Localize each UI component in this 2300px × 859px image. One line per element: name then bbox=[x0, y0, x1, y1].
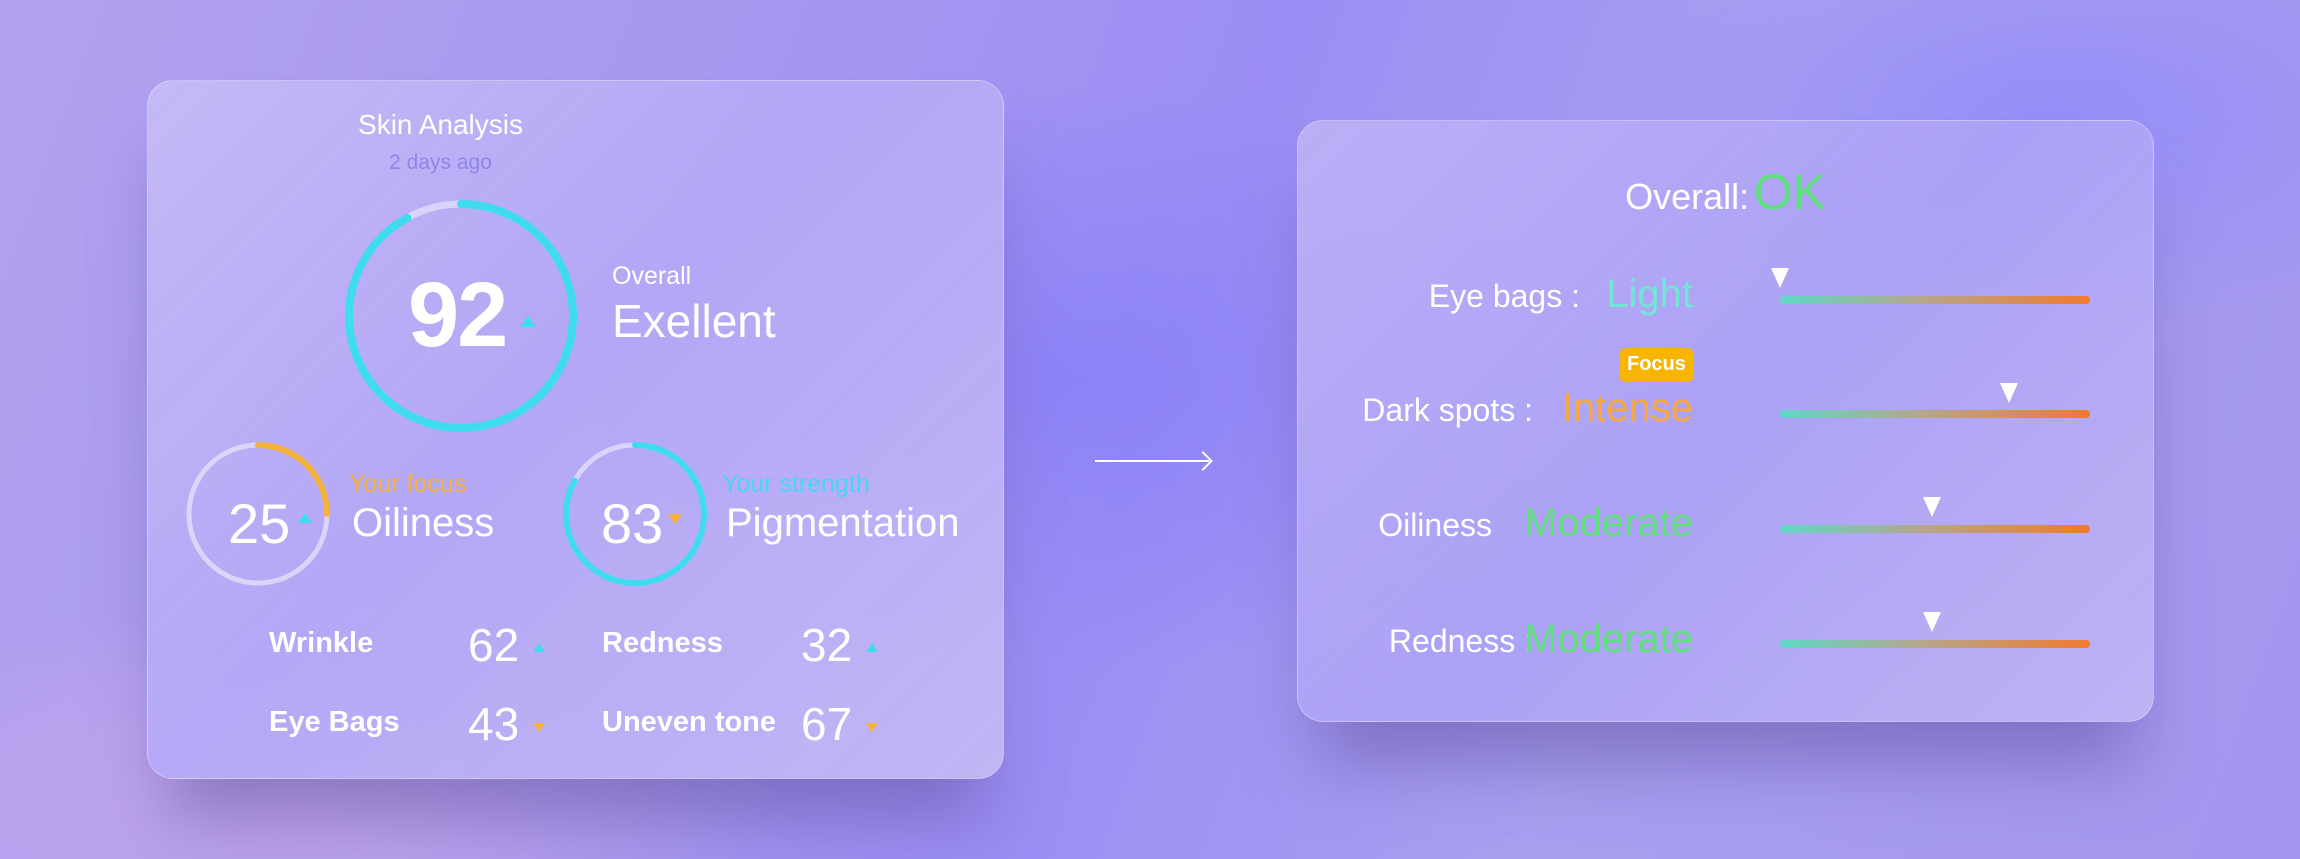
row-label: Redness : bbox=[1388, 623, 1533, 659]
row-label: Eye bags : bbox=[1428, 278, 1580, 314]
skin-summary-card: Overall: OK Eye bags : Light Focus Dark … bbox=[1297, 120, 2154, 722]
level-bar bbox=[1780, 410, 2090, 418]
overall-summary-label: Overall: bbox=[1625, 176, 1750, 217]
focus-score: 25 bbox=[228, 492, 291, 555]
level-marker bbox=[1922, 497, 1941, 517]
overall-rating: Exellent bbox=[612, 295, 776, 347]
overall-summary: Overall: OK bbox=[1298, 163, 2153, 221]
focus-badge: Focus bbox=[1619, 348, 1694, 382]
metric-score: 43 bbox=[468, 698, 520, 750]
analysis-timestamp: 2 days ago bbox=[389, 151, 492, 174]
metric-name: Uneven tone bbox=[602, 706, 777, 738]
level-bar bbox=[1780, 525, 2090, 533]
metric-score: 32 bbox=[801, 619, 853, 671]
level-marker bbox=[1922, 612, 1941, 632]
focus-name: Oiliness bbox=[352, 501, 495, 545]
metric-name: Redness bbox=[602, 627, 723, 659]
metric-score: 62 bbox=[468, 619, 520, 671]
row-value: Light bbox=[1606, 272, 1693, 316]
analysis-title: Skin Analysis bbox=[358, 109, 523, 140]
row-value: Moderate bbox=[1524, 501, 1693, 545]
trend-up-icon bbox=[866, 643, 878, 652]
level-marker bbox=[1771, 268, 1789, 288]
overall-score: 92 bbox=[408, 264, 508, 366]
focus-trend-up-icon bbox=[298, 513, 312, 523]
trend-down-icon bbox=[533, 723, 545, 732]
level-bar bbox=[1780, 296, 2090, 304]
focus-tag: Your focus bbox=[349, 470, 467, 498]
level-marker bbox=[2000, 383, 2019, 403]
strength-name: Pigmentation bbox=[726, 501, 960, 545]
row-value: Moderate bbox=[1524, 617, 1693, 661]
overall-summary-value: OK bbox=[1753, 164, 1826, 220]
metric-name: Eye Bags bbox=[269, 706, 400, 738]
level-bar bbox=[1780, 640, 2090, 648]
overall-label: Overall bbox=[612, 262, 692, 290]
row-label: Dark spots : bbox=[1362, 392, 1533, 428]
trend-down-icon bbox=[866, 723, 878, 732]
strength-tag: Your strength bbox=[722, 470, 870, 498]
metric-score: 67 bbox=[801, 698, 853, 750]
row-label: Oiliness bbox=[1378, 507, 1492, 543]
skin-analysis-card: Skin Analysis 2 days ago 92 Overall Exel… bbox=[147, 80, 1004, 779]
strength-trend-down-icon bbox=[668, 514, 682, 524]
row-value: Intense bbox=[1561, 386, 1693, 430]
strength-score: 83 bbox=[601, 492, 664, 555]
metric-name: Wrinkle bbox=[269, 627, 374, 659]
overall-trend-up-icon bbox=[520, 316, 536, 327]
trend-up-icon bbox=[533, 643, 545, 652]
